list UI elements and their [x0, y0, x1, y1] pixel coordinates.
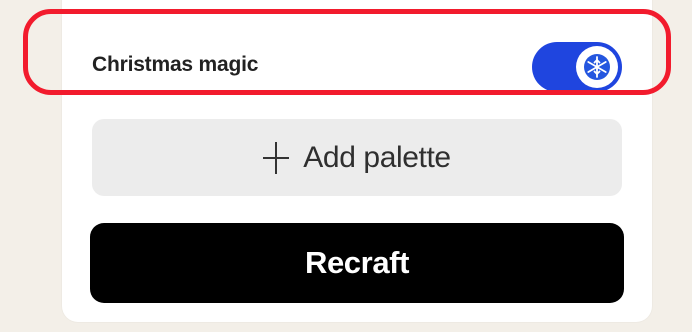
add-palette-label: Add palette: [303, 140, 451, 174]
add-palette-button[interactable]: Add palette: [92, 119, 622, 196]
snowflake-icon: [584, 54, 610, 80]
recraft-button[interactable]: Recraft: [90, 223, 624, 303]
christmas-magic-toggle[interactable]: [532, 42, 622, 92]
toggle-knob[interactable]: [576, 46, 618, 88]
christmas-magic-row[interactable]: Christmas magic: [92, 34, 622, 94]
christmas-magic-label: Christmas magic: [92, 53, 259, 76]
plus-icon: [263, 141, 290, 174]
recraft-label: Recraft: [304, 245, 410, 280]
